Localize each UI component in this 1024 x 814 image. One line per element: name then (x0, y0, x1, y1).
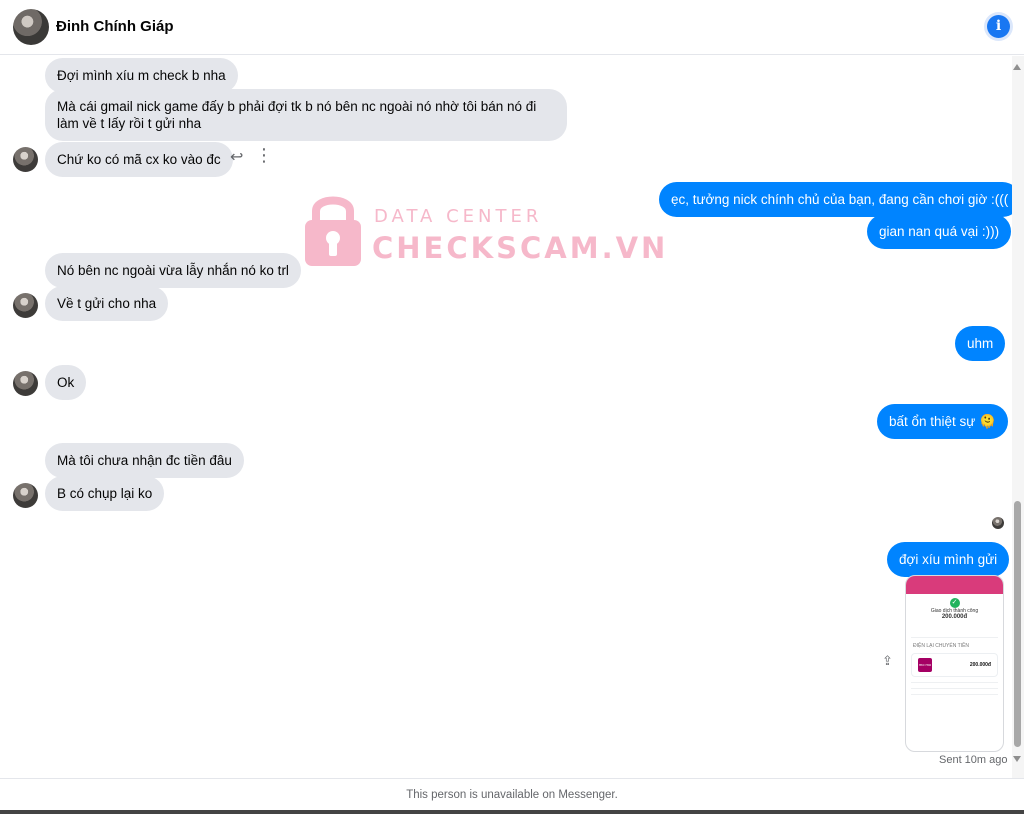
message-bubble: Đợi mình xíu m check b nha (45, 58, 238, 93)
message-bubble: Mà tôi chưa nhận đc tiền đâu (45, 443, 244, 478)
success-check-icon: ✓ (949, 598, 960, 608)
message-bubble: uhm (955, 326, 1006, 361)
message-bubble: Về t gửi cho nha (45, 286, 169, 321)
message-bubble: Nó bên nc ngoài vừa lẫy nhắn nó ko trl (45, 253, 301, 288)
seen-avatar (992, 517, 1004, 529)
receipt-divider (911, 694, 998, 695)
message-bubble: ẹc, tưởng nick chính chủ của bạn, đang c… (659, 182, 1012, 217)
receipt-divider (911, 688, 998, 689)
contact-small-avatar[interactable] (13, 147, 38, 172)
message-bubble: gian nan quá vại :))) (867, 214, 1012, 249)
message-bubble: đợi xíu mình gửi (887, 542, 1010, 577)
receipt-box-amount: 200.000đ (969, 662, 991, 668)
scroll-up-icon[interactable] (1013, 64, 1021, 70)
receipt-image[interactable]: ✓ Giao dịch thành công 200.000đ ĐIỆN LẠI… (905, 575, 1004, 752)
receipt-transfer-box: mo mo 200.000đ (911, 653, 998, 677)
contact-small-avatar[interactable] (13, 293, 38, 318)
share-icon[interactable]: ⇪ (882, 653, 893, 669)
chat-header: Đinh Chính Giáp i (0, 0, 1024, 55)
footer-unavailable-notice: This person is unavailable on Messenger. (0, 778, 1024, 811)
receipt-amount: 200.000đ (941, 614, 968, 620)
receipt-header-bar (906, 576, 1003, 594)
scrollbar[interactable] (1012, 56, 1024, 778)
receipt-section-label: ĐIỆN LẠI CHUYỂN TIỀN (913, 643, 970, 649)
receipt-divider (911, 637, 998, 638)
contact-avatar[interactable] (13, 9, 49, 45)
receipt-divider (911, 682, 998, 683)
contact-small-avatar[interactable] (13, 371, 38, 396)
message-bubble: bất ổn thiệt sự 🫠 (877, 404, 1008, 439)
info-icon[interactable]: i (987, 15, 1010, 38)
scroll-down-icon[interactable] (1013, 756, 1021, 762)
bottom-edge (0, 810, 1024, 814)
more-options-icon[interactable]: ⋮ (255, 145, 273, 166)
message-bubble: Ok (45, 365, 87, 400)
sent-status: Sent 10m ago (939, 754, 1008, 766)
momo-logo: mo mo (918, 658, 932, 672)
contact-name[interactable]: Đinh Chính Giáp (56, 18, 174, 35)
message-bubble: Mà cái gmail nick game đấy b phải đợi tk… (45, 89, 567, 141)
message-thread[interactable]: Đợi mình xíu m check b nha Mà cái gmail … (0, 56, 1012, 778)
message-bubble: B có chụp lại ko (45, 476, 165, 511)
reply-icon[interactable]: ↩ (230, 147, 243, 167)
receipt-summary-card: ✓ Giao dịch thành công 200.000đ (911, 598, 998, 632)
message-bubble: Chứ ko có mã cx ko vào đc (45, 142, 233, 177)
scroll-thumb[interactable] (1014, 501, 1021, 747)
contact-small-avatar[interactable] (13, 483, 38, 508)
